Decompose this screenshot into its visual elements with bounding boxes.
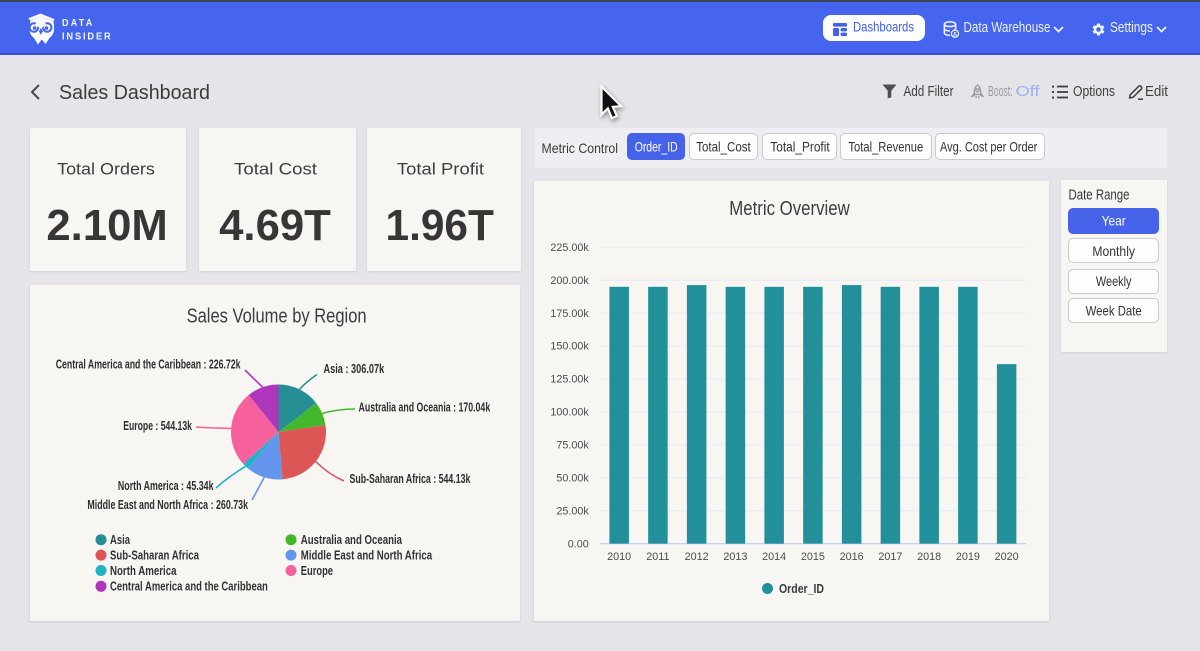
svg-text:Data Warehouse: Data Warehouse xyxy=(964,20,1051,36)
svg-text:Total Profit: Total Profit xyxy=(397,160,484,179)
svg-text:Order_ID: Order_ID xyxy=(635,139,678,155)
svg-text:1.96T: 1.96T xyxy=(386,202,495,250)
svg-text:Boost:: Boost: xyxy=(988,84,1013,100)
svg-text:Total_Profit: Total_Profit xyxy=(770,139,829,155)
svg-text:Monthly: Monthly xyxy=(1092,243,1135,259)
svg-text:Settings: Settings xyxy=(1110,20,1153,36)
svg-text:4.69T: 4.69T xyxy=(219,202,331,250)
svg-text:Total_Revenue: Total_Revenue xyxy=(848,139,923,155)
svg-text:Total_Cost: Total_Cost xyxy=(696,139,751,155)
svg-text:Total Cost: Total Cost xyxy=(234,160,317,179)
svg-text:Off: Off xyxy=(1016,84,1040,100)
svg-text:Metric Control: Metric Control xyxy=(542,140,619,156)
svg-text:DATA: DATA xyxy=(62,18,95,29)
svg-text:Week Date: Week Date xyxy=(1086,303,1142,319)
svg-text:Weekly: Weekly xyxy=(1096,273,1132,289)
svg-text:Edit: Edit xyxy=(1145,84,1168,100)
svg-text:Avg. Cost per Order: Avg. Cost per Order xyxy=(940,139,1038,155)
svg-text:Dashboards: Dashboards xyxy=(853,18,914,34)
svg-text:Add Filter: Add Filter xyxy=(904,84,954,100)
svg-text:Options: Options xyxy=(1073,84,1115,100)
svg-text:Date Range: Date Range xyxy=(1069,187,1130,203)
svg-text:INSIDER: INSIDER xyxy=(62,31,113,42)
svg-text:2.10M: 2.10M xyxy=(46,202,167,250)
svg-text:Year: Year xyxy=(1102,213,1126,229)
svg-text:Total Orders: Total Orders xyxy=(57,160,155,179)
svg-text:Sales Dashboard: Sales Dashboard xyxy=(59,81,210,104)
